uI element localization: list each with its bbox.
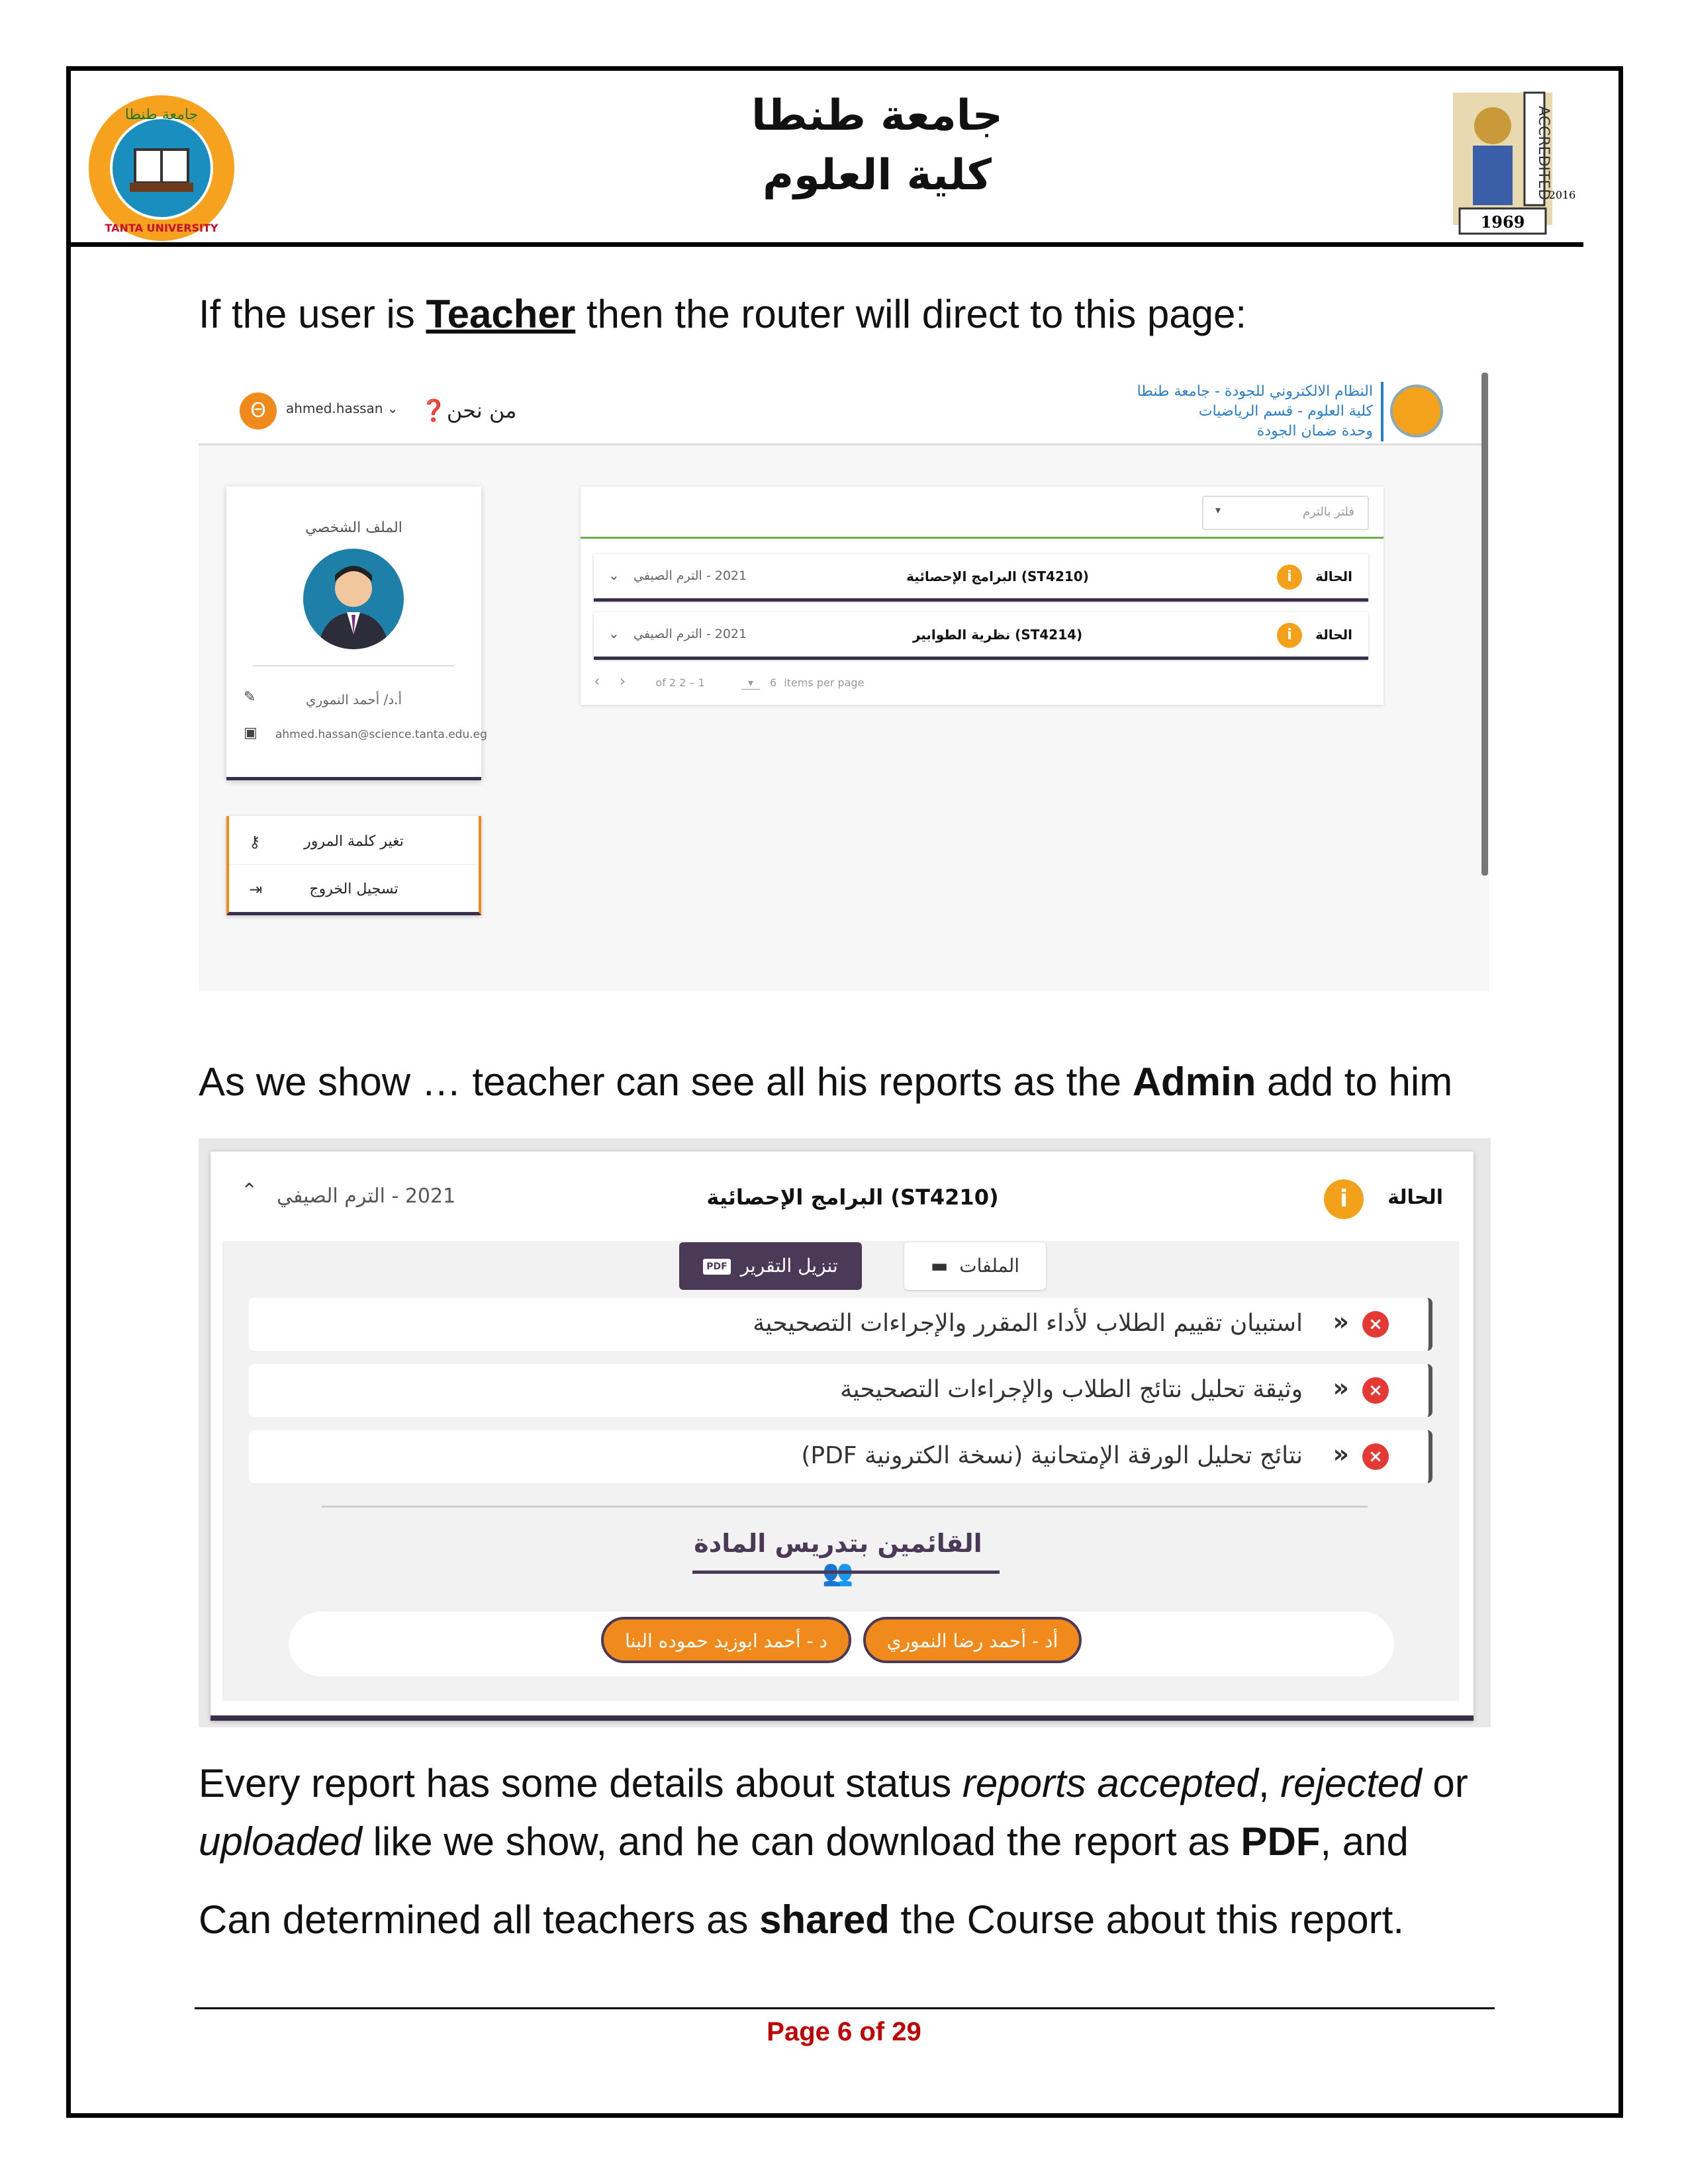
user-menu[interactable]: ahmed.hassan ⌄ — [286, 400, 399, 416]
account-menu: ⚷ تغير كلمة المرور ⇥ تسجيل الخروج — [226, 816, 481, 915]
folder-icon: ▬ — [930, 1255, 949, 1277]
logout-icon: ⇥ — [249, 880, 263, 899]
document-item[interactable]: × » استبيان تقييم الطلاب لأداء المقرر وا… — [249, 1298, 1432, 1351]
info-icon: i — [1324, 1179, 1364, 1219]
filter-underline — [581, 537, 1383, 539]
key-icon: ⚷ — [249, 833, 261, 851]
closing-line-1: Every report has some details about stat… — [199, 1761, 1468, 1805]
app-logo — [1390, 385, 1443, 437]
heading-underline — [692, 1570, 1000, 1574]
profile-title: الملف الشخصي — [305, 520, 402, 536]
rejected-icon: × — [1362, 1311, 1389, 1338]
pdf-icon: PDF — [703, 1259, 731, 1275]
prev-page-icon[interactable]: ‹ — [594, 672, 600, 690]
faculty-name: كلية العلوم — [763, 151, 992, 200]
term-filter-select[interactable]: فلتر بالترم ▾ — [1202, 496, 1369, 530]
teachers-heading: القائمين بتدريس المادة 👥 — [694, 1529, 982, 1587]
svg-text:2016: 2016 — [1549, 189, 1576, 201]
profile-name: أ.د/ أحمد النموري — [305, 692, 402, 707]
teacher-dashboard-screenshot: Θ ahmed.hassan ⌄ من نحن❓ النظام الالكترو… — [199, 373, 1489, 991]
header-divider — [66, 242, 1583, 247]
teacher-chip[interactable]: د - أحمد ابوزيد حموده البنا — [601, 1617, 851, 1663]
top-bar: Θ ahmed.hassan ⌄ من نحن❓ النظام الالكترو… — [199, 373, 1483, 445]
next-page-icon[interactable]: › — [620, 672, 626, 690]
help-icon: ❓ — [420, 398, 447, 423]
chevron-down-icon[interactable]: ⌄ — [608, 567, 620, 583]
report-detail-screenshot: الحالة i (ST4210) البرامج الإحصائية 2021… — [199, 1138, 1491, 1727]
tanta-university-logo: جامعة طنطا TANTA UNIVERSITY — [89, 95, 234, 241]
rejected-icon: × — [1362, 1377, 1389, 1404]
report-body: تنزيل التقرير PDF الملفات ▬ × » استبيان … — [222, 1241, 1459, 1701]
logout-item[interactable]: ⇥ تسجيل الخروج — [229, 866, 479, 913]
footer-divider — [195, 2007, 1495, 2009]
document-item[interactable]: × » نتائج تحليل الورقة الإمتحانية (نسخة … — [249, 1430, 1432, 1483]
accreditation-seal: ACCREDITED 1969 2016 — [1453, 91, 1576, 235]
profile-avatar — [303, 549, 404, 649]
profile-card: الملف الشخصي ✎ أ.د/ أحمد النموري ▣ ahmed… — [226, 486, 487, 780]
status-label: الحالة — [1387, 1186, 1443, 1209]
report-row[interactable]: الحالة i (ST4210) البرامج الإحصائية 2021… — [594, 554, 1368, 602]
double-chevron-icon: » — [1333, 1307, 1349, 1336]
info-icon: i — [1277, 565, 1302, 590]
user-avatar-icon[interactable]: Θ — [240, 392, 277, 430]
role-teacher: Teacher — [426, 292, 576, 336]
dropdown-arrow-icon: ▾ — [1215, 504, 1221, 516]
report-card: الحالة i (ST4210) البرامج الإحصائية 2021… — [211, 1152, 1474, 1721]
info-icon: i — [1277, 623, 1302, 648]
page-number: Page 6 of 29 — [767, 2017, 921, 2046]
teacher-chip[interactable]: أد - أحمد رضا النموري — [863, 1617, 1082, 1663]
change-password-item[interactable]: ⚷ تغير كلمة المرور — [229, 819, 479, 865]
course-term: 2021 - الترم الصيفي — [277, 1185, 456, 1208]
about-link[interactable]: من نحن❓ — [420, 398, 516, 423]
chevron-up-icon[interactable]: ⌃ — [241, 1179, 258, 1203]
header-title: جامعة طنطا كلية العلوم — [662, 86, 1092, 205]
rejected-icon: × — [1362, 1443, 1389, 1470]
closing-line-2: uploaded like we show, and he can downlo… — [199, 1819, 1409, 1864]
middle-paragraph: As we show … teacher can see all his rep… — [199, 1060, 1453, 1104]
chevron-down-icon: ⌄ — [387, 400, 399, 416]
report-row[interactable]: الحالة i (ST4214) نظرية الطوابير 2021 - … — [594, 612, 1368, 660]
download-report-button[interactable]: تنزيل التقرير PDF — [679, 1242, 862, 1290]
chevron-down-icon[interactable]: ⌄ — [608, 625, 620, 641]
svg-text:TANTA UNIVERSITY: TANTA UNIVERSITY — [105, 222, 218, 234]
profile-email: ahmed.hassan@science.tanta.edu.eg — [275, 728, 487, 741]
svg-text:ACCREDITED: ACCREDITED — [1535, 106, 1552, 200]
page-size-select[interactable]: ▾ — [741, 676, 760, 690]
files-button[interactable]: الملفات ▬ — [904, 1242, 1046, 1290]
reports-panel: فلتر بالترم ▾ الحالة i (ST4210) البرامج … — [581, 486, 1383, 705]
svg-text:1969: 1969 — [1481, 212, 1525, 232]
id-card-icon: ▣ — [244, 725, 258, 741]
university-name: جامعة طنطا — [751, 91, 1003, 140]
document-item[interactable]: × » وثيقة تحليل نتائج الطلاب والإجراءات … — [249, 1364, 1432, 1417]
closing-line-3: Can determined all teachers as shared th… — [199, 1897, 1404, 1942]
person-icon — [318, 566, 389, 649]
system-name: النظام الالكتروني للجودة - جامعة طنطا كل… — [1092, 382, 1383, 441]
double-chevron-icon: » — [1333, 1373, 1349, 1402]
intro-paragraph: If the user is Teacher then the router w… — [199, 292, 1247, 336]
scrollbar[interactable] — [1481, 373, 1488, 876]
divider — [322, 1506, 1368, 1508]
course-title: (ST4210) البرامج الإحصائية — [706, 1185, 999, 1210]
paginator: ‹ › of 2 2 – 1 ▾ 6 items per page — [594, 672, 865, 690]
svg-text:جامعة طنطا: جامعة طنطا — [125, 107, 198, 123]
double-chevron-icon: » — [1333, 1439, 1349, 1469]
divider — [253, 665, 455, 666]
